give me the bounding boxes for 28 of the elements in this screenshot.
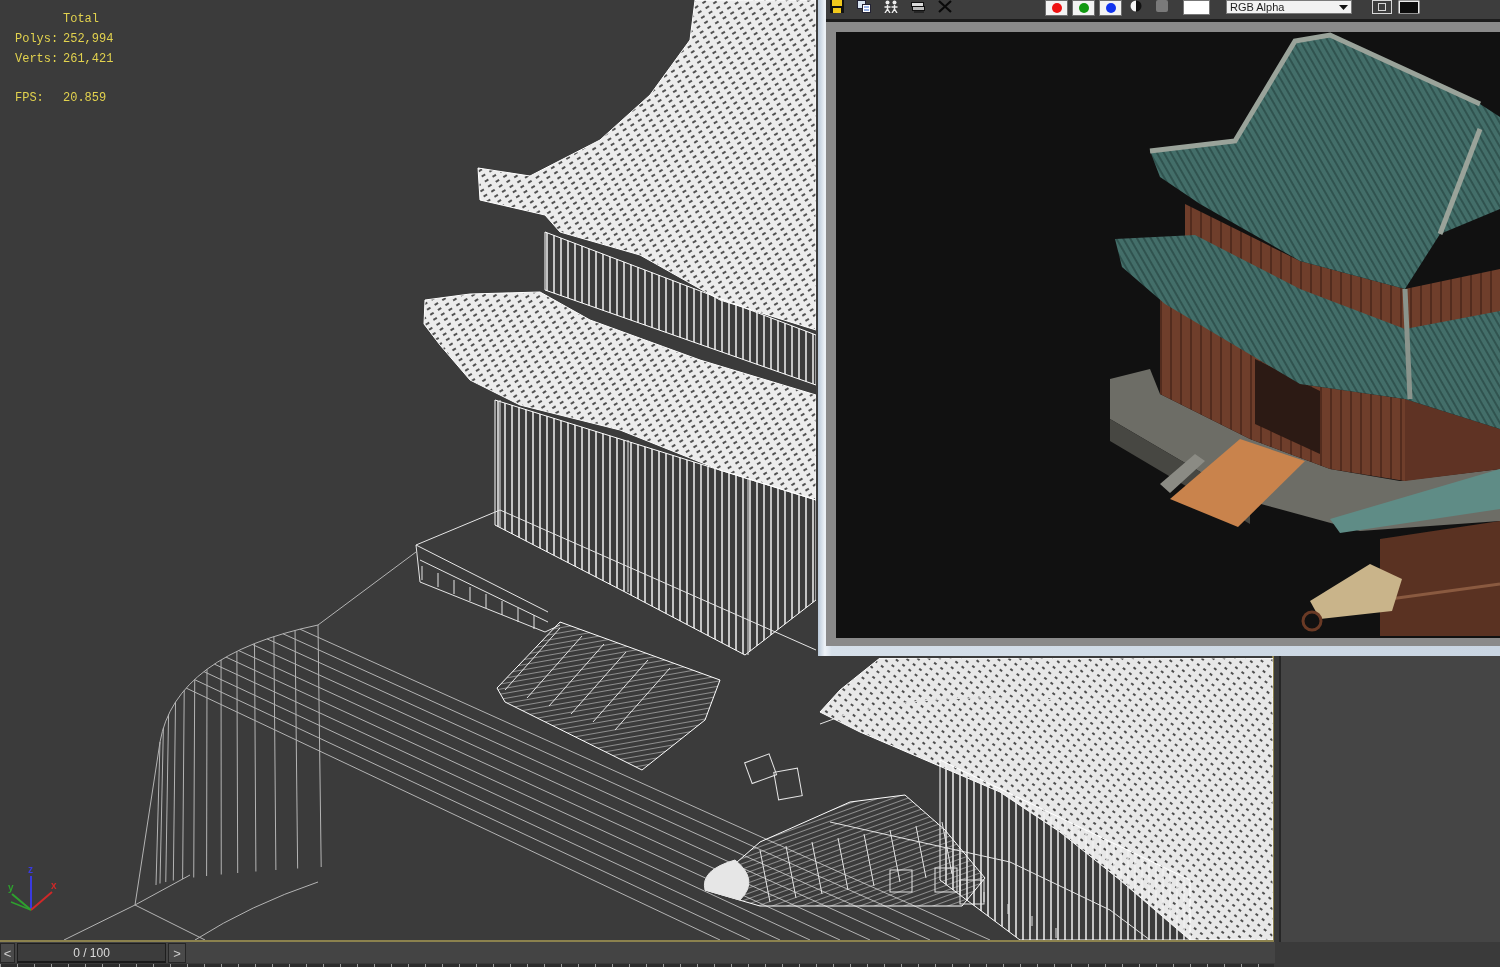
filled-square-icon[interactable] xyxy=(1398,0,1420,14)
half-circle-icon[interactable] xyxy=(1130,0,1142,12)
stats-heading: Total xyxy=(63,12,99,26)
axis-label: z xyxy=(28,864,33,875)
figures-icon[interactable] xyxy=(884,0,898,13)
time-slider-track[interactable]: < 0 / 100 > xyxy=(0,942,1275,963)
stat-value: 252,994 xyxy=(63,32,114,46)
axis-label: x xyxy=(51,880,57,891)
channel-dropdown[interactable]: RGB Alpha xyxy=(1226,0,1352,14)
stacked-sheets-icon[interactable] xyxy=(911,0,925,13)
time-slider-thumb[interactable]: 0 / 100 xyxy=(17,943,166,963)
color-swatch[interactable] xyxy=(1183,0,1210,15)
square-icon[interactable] xyxy=(1155,0,1169,12)
axis-label: y xyxy=(8,882,14,893)
stat-label: Polys: xyxy=(15,32,59,46)
stat-label: Verts: xyxy=(15,52,59,66)
previous-frame-button[interactable]: < xyxy=(0,943,15,963)
channel-toggle-button[interactable] xyxy=(1072,0,1095,16)
fps-label: FPS: xyxy=(15,91,44,105)
stat-value: 261,421 xyxy=(63,52,114,66)
channel-toggle-button[interactable] xyxy=(1045,0,1068,16)
channel-toggle-button[interactable] xyxy=(1099,0,1122,16)
axis-tripod-icon xyxy=(10,875,53,911)
nested-square-icon[interactable] xyxy=(1372,0,1392,14)
copy-icon[interactable] xyxy=(857,0,871,13)
caret-icon xyxy=(1339,4,1348,10)
fps-value: 20.859 xyxy=(63,91,107,105)
next-frame-button[interactable]: > xyxy=(168,943,186,963)
